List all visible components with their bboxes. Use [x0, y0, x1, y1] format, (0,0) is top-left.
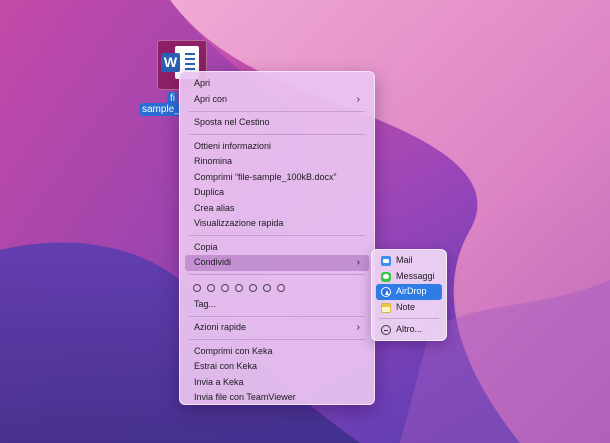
menu-divider — [189, 134, 365, 135]
menu-item-estrai-con-keka[interactable]: Estrai con Keka — [185, 359, 369, 375]
menu-divider — [189, 315, 365, 317]
menu-divider — [189, 110, 365, 112]
tag-dot-4[interactable] — [235, 283, 243, 292]
chevron-right-icon: › — [356, 93, 360, 105]
menu-item-ottieni-informazioni[interactable]: Ottieni informazioni — [185, 139, 369, 155]
menu-divider — [189, 235, 365, 236]
tag-dot-6[interactable] — [263, 283, 271, 292]
tag-color-row — [180, 279, 374, 297]
file-name-label-line2[interactable]: sample_ — [139, 103, 183, 116]
chevron-right-icon: › — [356, 257, 360, 268]
menu-item-condividi[interactable]: Condividi › — [185, 255, 369, 271]
menu-item-azioni-rapide[interactable]: Azioni rapide › — [185, 320, 369, 336]
airdrop-icon — [381, 287, 391, 297]
word-badge-icon: W — [161, 53, 180, 72]
menu-item-copia[interactable]: Copia — [185, 240, 369, 256]
share-item-airdrop[interactable]: AirDrop — [376, 284, 442, 300]
menu-item-crea-alias[interactable]: Crea alias — [185, 201, 369, 217]
share-item-mail[interactable]: Mail — [376, 253, 442, 269]
menu-item-invia-a-keka[interactable]: Invia a Keka — [185, 375, 369, 391]
tag-dot-7[interactable] — [277, 283, 285, 292]
tag-dot-2[interactable] — [207, 283, 215, 292]
menu-item-visualizzazione-rapida[interactable]: Visualizzazione rapida — [185, 216, 369, 232]
menu-item-rinomina[interactable]: Rinomina — [185, 154, 369, 170]
tag-dot-5[interactable] — [249, 283, 257, 292]
submenu-divider — [379, 318, 439, 319]
share-item-note[interactable]: Note — [376, 300, 442, 316]
context-menu: Apri Apri con › Sposta nel Cestino Ottien… — [179, 71, 375, 405]
messages-icon — [381, 271, 391, 282]
share-item-altro[interactable]: Altro... — [376, 322, 442, 338]
share-item-messaggi[interactable]: Messaggi — [376, 269, 442, 285]
menu-item-apri[interactable]: Apri — [185, 76, 369, 92]
tag-dot-1[interactable] — [193, 283, 201, 292]
menu-item-comprimi[interactable]: Comprimi “file-sample_100kB.docx” — [185, 170, 369, 186]
menu-item-tag[interactable]: Tag... — [185, 297, 369, 313]
tag-dot-3[interactable] — [221, 283, 229, 292]
menu-divider — [189, 274, 365, 275]
share-submenu: Mail Messaggi AirDrop Note Altro... — [371, 249, 447, 341]
menu-divider — [189, 339, 365, 340]
menu-item-comprimi-con-keka[interactable]: Comprimi con Keka — [185, 344, 369, 360]
menu-item-apri-con[interactable]: Apri con › — [185, 92, 369, 108]
chevron-right-icon: › — [356, 322, 360, 333]
menu-item-invia-file-teamviewer[interactable]: Invia file con TeamViewer — [185, 390, 369, 406]
notes-icon — [381, 302, 391, 313]
more-icon — [381, 325, 391, 335]
mail-icon — [381, 256, 391, 266]
menu-item-sposta-nel-cestino[interactable]: Sposta nel Cestino — [185, 115, 369, 131]
menu-item-duplica[interactable]: Duplica — [185, 185, 369, 201]
